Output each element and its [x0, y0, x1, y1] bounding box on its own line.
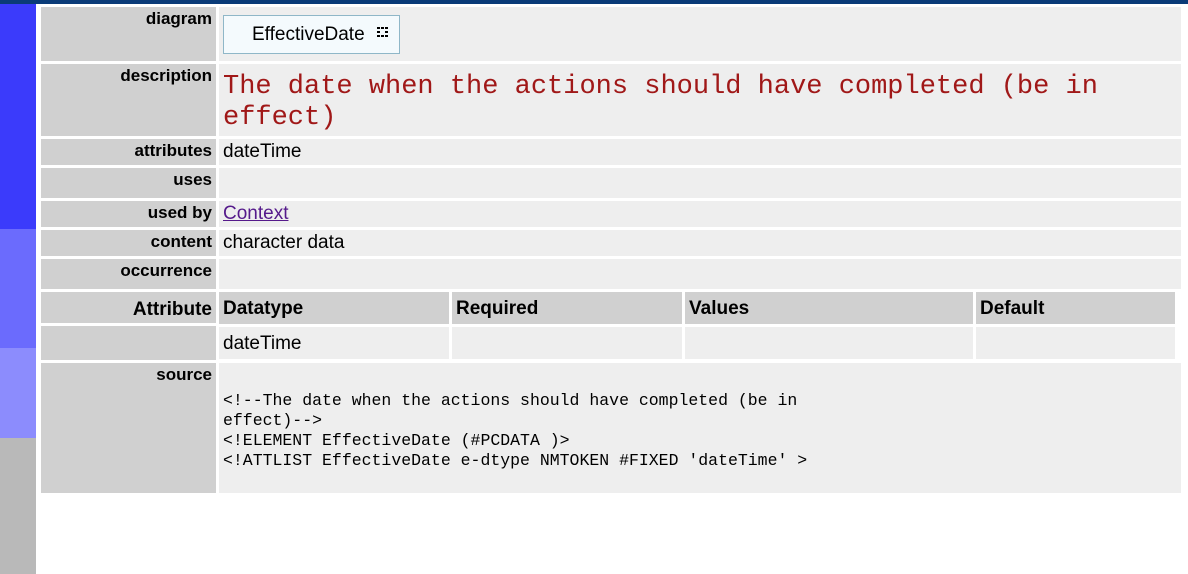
occurrence-value: [219, 259, 1181, 289]
source-cell: <!--The date when the actions should hav…: [219, 363, 1181, 493]
uses-row: uses: [41, 168, 1181, 198]
element-table: diagram EffectiveDate description The da…: [38, 4, 1184, 496]
uses-value: [219, 168, 1181, 198]
attribute-table-cell: Datatype Required Values Default dateTim…: [219, 292, 1181, 360]
source-code: <!--The date when the actions should hav…: [223, 391, 808, 470]
diagram-element-box[interactable]: EffectiveDate: [223, 15, 400, 54]
source-label: source: [41, 363, 216, 493]
source-row: source <!--The date when the actions sho…: [41, 363, 1181, 493]
attribute-name: [41, 326, 216, 360]
grid-icon: [376, 27, 389, 39]
content-value: character data: [219, 230, 1181, 256]
table-row: dateTime: [219, 327, 1175, 359]
attr-required: [452, 327, 682, 359]
header-datatype: Datatype: [219, 292, 449, 324]
sidebar-segment-source: [0, 438, 36, 574]
attr-datatype: dateTime: [219, 327, 449, 359]
header-values: Values: [685, 292, 973, 324]
diagram-row: diagram EffectiveDate: [41, 7, 1181, 61]
content-row: content character data: [41, 230, 1181, 256]
used-by-row: used by Context: [41, 201, 1181, 227]
element-doc: diagram EffectiveDate description The da…: [40, 4, 1188, 496]
attributes-label: attributes: [41, 139, 216, 165]
header-required: Required: [452, 292, 682, 324]
description-row: description The date when the actions sh…: [41, 64, 1181, 136]
description-label: description: [41, 64, 216, 136]
diagram-label: diagram: [41, 7, 216, 61]
attr-values: [685, 327, 973, 359]
sidebar-segment-attributes: [0, 348, 36, 438]
diagram-cell: EffectiveDate: [219, 7, 1181, 61]
occurrence-label: occurrence: [41, 259, 216, 289]
occurrence-row: occurrence: [41, 259, 1181, 289]
sidebar-segment-element: [0, 4, 36, 229]
used-by-label: used by: [41, 201, 216, 227]
description-text: The date when the actions should have co…: [223, 72, 1098, 133]
uses-label: uses: [41, 168, 216, 198]
used-by-link-context[interactable]: Context: [223, 203, 288, 224]
used-by-cell: Context: [219, 201, 1181, 227]
attr-default: [976, 327, 1175, 359]
attributes-row: attributes dateTime: [41, 139, 1181, 165]
description-cell: The date when the actions should have co…: [219, 64, 1181, 136]
section-sidebar: [0, 4, 36, 574]
attributes-value: dateTime: [219, 139, 1181, 165]
diagram-element-name: EffectiveDate: [252, 24, 365, 45]
attribute-table-header: Datatype Required Values Default: [219, 292, 1175, 324]
header-default: Default: [976, 292, 1175, 324]
attribute-header-row: Attribute Datatype Required Values Defau…: [41, 292, 1181, 359]
attribute-table: Datatype Required Values Default dateTim…: [216, 289, 1178, 362]
attribute-header-label: Attribute: [41, 292, 216, 323]
content-label: content: [41, 230, 216, 256]
sidebar-segment-relations: [0, 229, 36, 348]
